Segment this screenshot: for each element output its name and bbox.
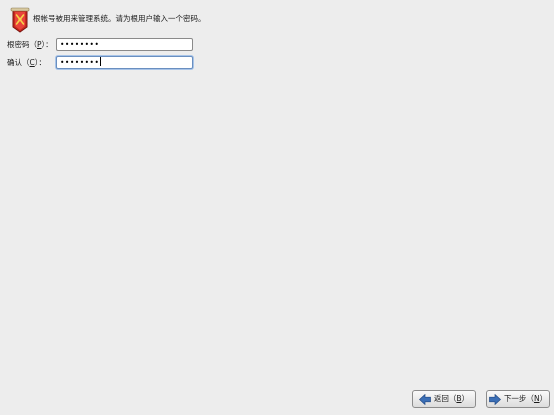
root-keys-icon xyxy=(9,7,31,33)
next-button[interactable]: 下一步（N） xyxy=(486,390,550,408)
back-button[interactable]: 返回（B） xyxy=(412,390,476,408)
text-caret xyxy=(100,57,102,66)
header-message: 根帐号被用来管理系统。请为根用户输入一个密码。 xyxy=(33,14,206,23)
arrow-left-icon xyxy=(418,393,431,405)
root-password-input[interactable]: •••••••• xyxy=(56,38,193,51)
back-button-label: 返回（B） xyxy=(433,394,470,403)
next-button-label: 下一步（N） xyxy=(503,394,548,403)
confirm-password-input[interactable]: •••••••• xyxy=(56,56,193,69)
confirm-password-label: 确认（C）： xyxy=(7,58,46,67)
root-password-label: 根密码（P）： xyxy=(7,40,53,49)
arrow-right-icon xyxy=(489,393,501,405)
